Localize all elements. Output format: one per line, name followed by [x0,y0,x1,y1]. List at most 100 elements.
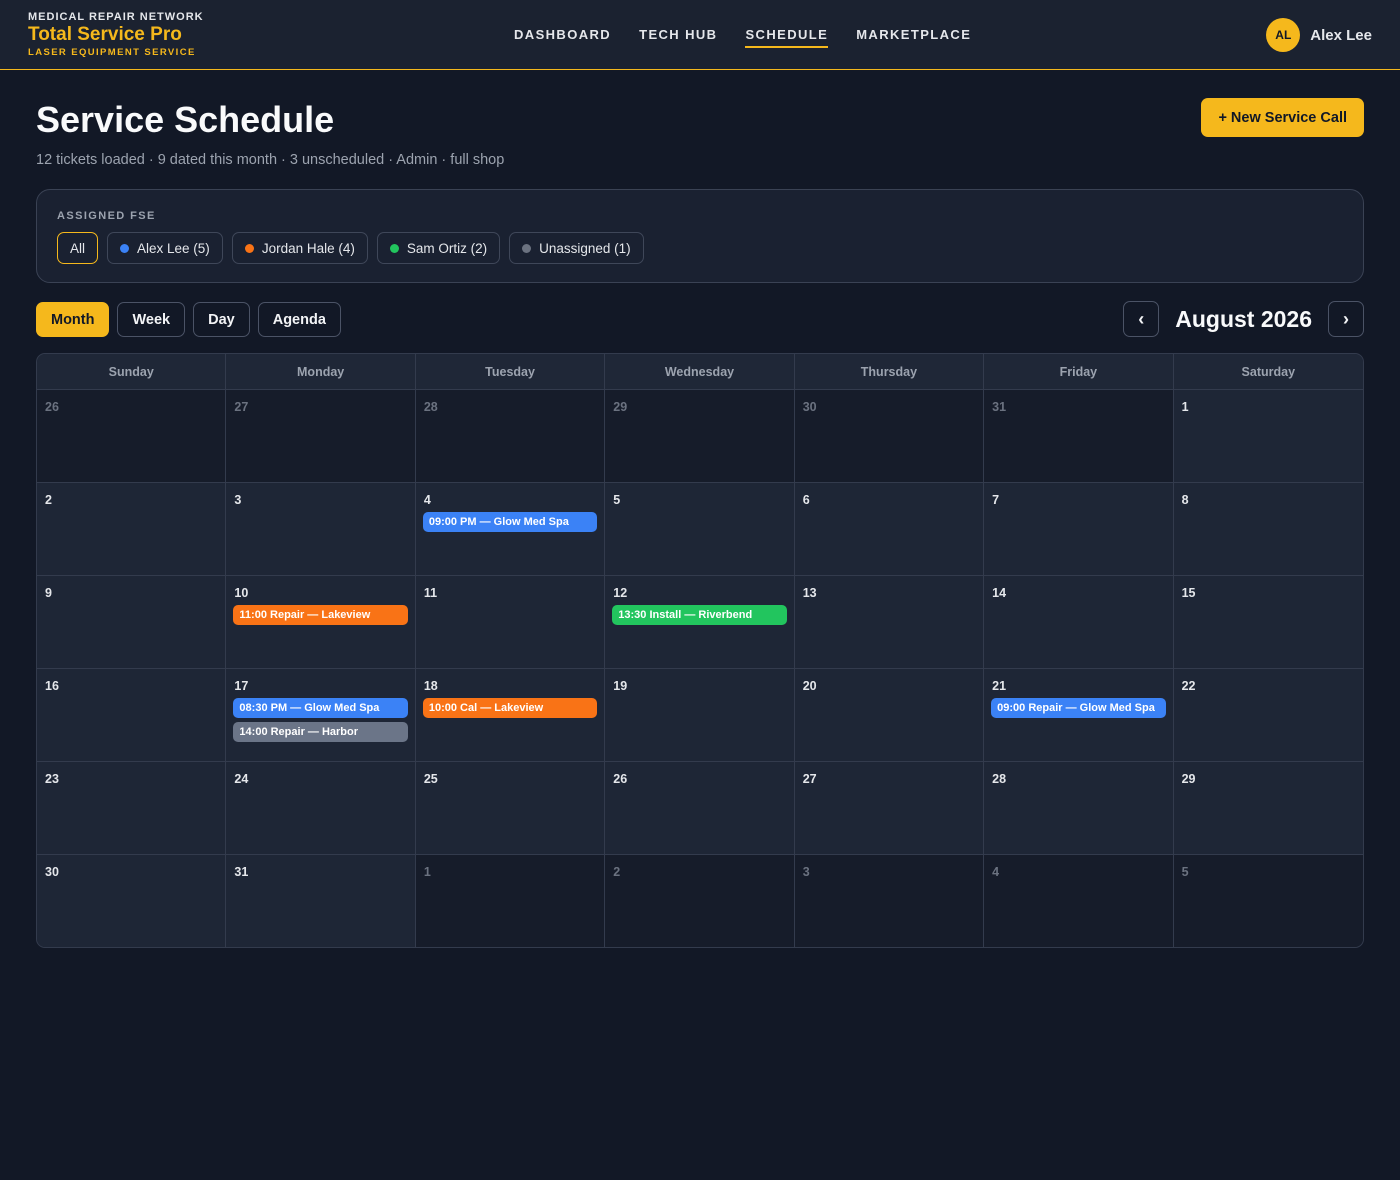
calendar-day-cell[interactable]: 22 [1173,669,1363,761]
calendar-day-cell[interactable]: 2 [37,483,227,575]
calendar-day-cell[interactable]: 19 [605,669,795,761]
calendar-day-cell[interactable]: 9 [37,576,227,668]
new-service-call-button[interactable]: + New Service Call [1201,98,1364,137]
day-number: 25 [423,772,438,786]
weekday-header-cell: Wednesday [605,354,795,389]
calendar-day-cell[interactable]: 28 [415,390,606,482]
service-event[interactable]: 11:00 Repair — Lakeview [233,605,408,625]
calendar-day-cell[interactable]: 25 [415,762,606,854]
calendar-day-cell[interactable]: 29 [605,390,795,482]
calendar-grid: 26 27 28 29 30 31 1 2 3 4 09:00 PM — Glow Med Spa 5… [37,390,1363,947]
calendar-day-cell[interactable]: 13 [794,576,985,668]
fse-filter-chips: All Alex Lee (5) Jordan Hale (4) Sam Ortiz … [57,232,644,264]
calendar-day-cell[interactable]: 1 [415,855,606,947]
calendar-day-cell[interactable]: 30 [37,855,227,947]
view-tab-day[interactable]: Day [193,302,250,337]
day-number: 21 [992,679,1007,693]
calendar-day-cell[interactable]: 18 10:00 Cal — Lakeview [415,669,606,761]
calendar-day-cell[interactable]: 21 09:00 Repair — Glow Med Spa [984,669,1174,761]
nav-dashboard[interactable]: DASHBOARD [514,27,611,48]
nav-schedule[interactable]: SCHEDULE [745,27,829,48]
calendar-day-cell[interactable]: 24 [226,762,416,854]
calendar-day-cell[interactable]: 28 [984,762,1174,854]
day-number: 28 [992,772,1007,786]
calendar-day-cell[interactable]: 31 [984,390,1174,482]
fse-chip[interactable]: Jordan Hale (4) [231,232,368,264]
calendar-day-cell[interactable]: 6 [794,483,985,575]
calendar-week-row: 16 17 08:30 PM — Glow Med Spa 14:00 Repair … [37,669,1363,762]
day-number: 31 [234,865,249,879]
calendar-day-cell[interactable]: 3 [794,855,985,947]
calendar-day-cell[interactable]: 8 [1173,483,1363,575]
calendar-day-cell[interactable]: 4 [984,855,1174,947]
service-event[interactable]: 09:00 PM — Glow Med Spa [422,512,598,532]
service-event[interactable]: 13:30 Install — Riverbend [612,605,787,625]
calendar-day-cell[interactable]: 12 13:30 Install — Riverbend [605,576,795,668]
weekday-header-cell: Friday [984,354,1174,389]
calendar-week-row: 2 3 4 09:00 PM — Glow Med Spa 5 6 7 8 [37,483,1363,576]
day-number: 15 [1181,586,1196,600]
brand-network: MEDICAL REPAIR NETWORK [28,11,204,23]
view-tab-month[interactable]: Month [36,302,110,337]
calendar-day-cell[interactable]: 1 [1173,390,1363,482]
calendar-day-cell[interactable]: 26 [605,762,795,854]
calendar-day-cell[interactable]: 16 [37,669,227,761]
calendar-day-cell[interactable]: 5 [1173,855,1363,947]
calendar-day-cell[interactable]: 2 [605,855,795,947]
calendar-day-cell[interactable]: 4 09:00 PM — Glow Med Spa [415,483,606,575]
day-number: 14 [992,586,1007,600]
calendar-day-cell[interactable]: 14 [984,576,1174,668]
calendar-day-cell[interactable]: 7 [984,483,1174,575]
weekday-header-cell: Thursday [795,354,985,389]
user-menu[interactable]: AL Alex Lee [1266,18,1372,52]
weekday-header-cell: Tuesday [416,354,606,389]
fse-chip[interactable]: Alex Lee (5) [107,232,223,264]
view-tab-agenda[interactable]: Agenda [257,302,341,337]
calendar-day-cell[interactable]: 10 11:00 Repair — Lakeview [226,576,416,668]
day-number: 22 [1181,679,1196,693]
service-event[interactable]: 14:00 Repair — Harbor [233,722,408,742]
brand-tagline: LASER EQUIPMENT SERVICE [28,47,196,58]
day-number: 29 [613,400,628,414]
fse-chip[interactable]: Sam Ortiz (2) [376,232,501,264]
day-number: 16 [45,679,59,693]
service-event[interactable]: 08:30 PM — Glow Med Spa [233,698,408,718]
calendar-day-cell[interactable]: 27 [794,762,985,854]
calendar-day-cell[interactable]: 3 [226,483,416,575]
avatar[interactable]: AL [1266,18,1301,52]
calendar-week-row: 30 31 1 2 3 4 5 [37,855,1363,947]
status-dot-icon [120,243,130,253]
calendar-day-cell[interactable]: 20 [794,669,985,761]
day-number: 31 [992,400,1007,414]
calendar-day-cell[interactable]: 15 [1173,576,1363,668]
fse-chip[interactable]: Unassigned (1) [509,232,644,264]
day-number: 10 [234,586,249,600]
view-tab-week[interactable]: Week [117,302,186,337]
day-number: 27 [802,772,817,786]
calendar-day-cell[interactable]: 26 [37,390,227,482]
next-month-button[interactable]: › [1328,301,1364,337]
calendar-day-cell[interactable]: 17 08:30 PM — Glow Med Spa 14:00 Repair — … [226,669,416,761]
prev-month-button[interactable]: ‹ [1123,301,1160,337]
chevron-left-icon: ‹ [1138,308,1145,329]
month-navigation: ‹ August 2026 › [1123,301,1364,337]
day-number: 7 [992,493,1000,507]
calendar-day-cell[interactable]: 31 [226,855,416,947]
calendar-day-cell[interactable]: 5 [605,483,795,575]
calendar-day-cell[interactable]: 30 [794,390,985,482]
calendar-day-cell[interactable]: 29 [1173,762,1363,854]
calendar-day-cell[interactable]: 11 [415,576,606,668]
page-title: Service Schedule [36,99,335,140]
nav-marketplace[interactable]: MARKETPLACE [856,27,971,48]
fse-chip[interactable]: All [57,232,99,264]
brand-logo[interactable]: MEDICAL REPAIR NETWORK Total Service Pro… [28,11,204,58]
filter-label: ASSIGNED FSE [57,210,156,222]
calendar-day-cell[interactable]: 23 [37,762,227,854]
service-event[interactable]: 10:00 Cal — Lakeview [422,698,598,718]
user-name[interactable]: Alex Lee [1310,27,1372,44]
day-number: 1 [1181,400,1189,414]
calendar-day-cell[interactable]: 27 [226,390,416,482]
day-number: 26 [45,400,59,414]
nav-tech-hub[interactable]: TECH HUB [639,27,717,48]
service-event[interactable]: 09:00 Repair — Glow Med Spa [991,698,1166,718]
